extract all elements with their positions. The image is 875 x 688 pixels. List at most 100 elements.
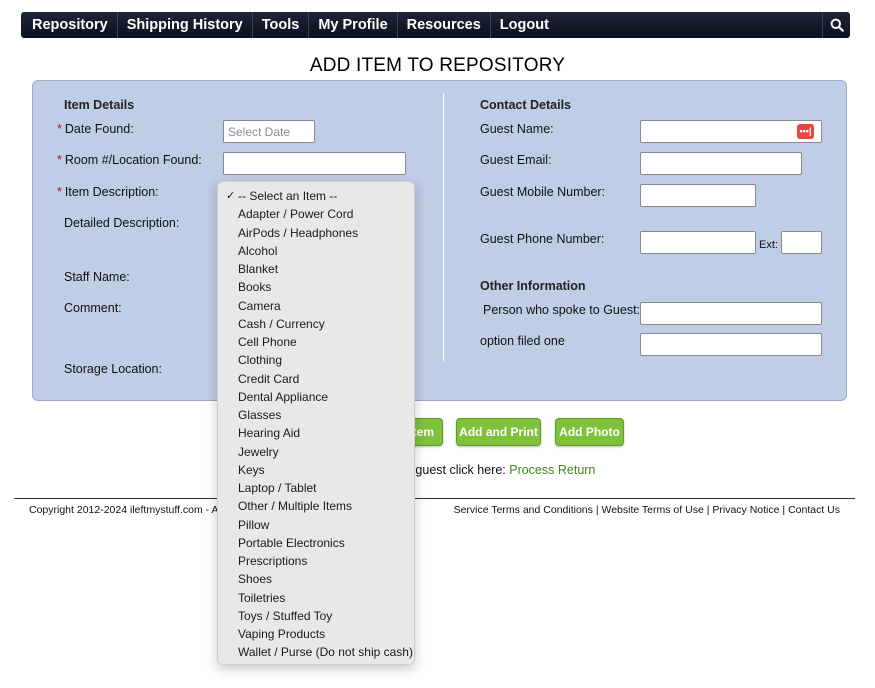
dropdown-option[interactable]: Wallet / Purse (Do not ship cash) xyxy=(218,643,414,661)
required-marker: * xyxy=(57,122,62,136)
person-spoke-label: Person who spoke to Guest: xyxy=(483,303,641,317)
footer-separator: | xyxy=(595,504,599,516)
dropdown-option[interactable]: Prescriptions xyxy=(218,552,414,570)
dropdown-option-label: Wallet / Purse (Do not ship cash) xyxy=(238,645,413,660)
other-information-heading: Other Information xyxy=(480,279,586,293)
dropdown-option[interactable]: AirPods / Headphones xyxy=(218,224,414,242)
footer-link-service-terms[interactable]: Service Terms and Conditions xyxy=(454,504,593,516)
dropdown-option[interactable]: Cash / Currency xyxy=(218,315,414,333)
footer-copyright: Copyright 2012-2024 ileftmystuff.com - A… xyxy=(29,504,230,516)
dropdown-option[interactable]: Books xyxy=(218,278,414,296)
dropdown-option[interactable]: Toys / Stuffed Toy xyxy=(218,607,414,625)
item-description-label-text: Item Description: xyxy=(64,185,159,199)
staff-name-label: Staff Name: xyxy=(64,270,130,284)
dropdown-option-label: Vaping Products xyxy=(238,627,326,641)
search-button[interactable] xyxy=(822,12,850,38)
dropdown-option[interactable]: Laptop / Tablet xyxy=(218,479,414,497)
nav-item-logout[interactable]: Logout xyxy=(491,12,558,38)
date-found-label: * Date Found: xyxy=(57,122,134,136)
process-return-link[interactable]: Process Return xyxy=(509,463,595,477)
footer-divider xyxy=(14,498,855,499)
footer-link-privacy-notice[interactable]: Privacy Notice xyxy=(712,504,779,516)
dropdown-option-label: Camera xyxy=(238,298,281,313)
add-photo-button[interactable]: Add Photo xyxy=(555,418,624,446)
page-title: ADD ITEM TO REPOSITORY xyxy=(309,55,566,76)
dropdown-option[interactable]: Credit Card xyxy=(218,370,414,388)
nav-item-my-profile[interactable]: My Profile xyxy=(309,12,398,38)
dropdown-option[interactable]: Shoes xyxy=(218,570,414,588)
person-spoke-input[interactable] xyxy=(640,302,822,325)
dropdown-option[interactable]: Dental Appliance xyxy=(218,388,414,406)
dropdown-option[interactable]: Vaping Products xyxy=(218,625,414,643)
room-location-label: * Room #/Location Found: xyxy=(57,153,202,167)
guest-phone-ext-input[interactable] xyxy=(781,231,822,254)
dropdown-option[interactable]: Alcohol xyxy=(218,242,414,260)
dropdown-option-label: Adapter / Power Cord xyxy=(238,207,354,222)
footer-separator: | xyxy=(706,504,710,516)
dropdown-option[interactable]: Clothing xyxy=(218,351,414,369)
dropdown-option[interactable]: Keys xyxy=(218,461,414,479)
option-filed-one-label: option filed one xyxy=(480,334,565,348)
footer-link-website-terms[interactable]: Website Terms of Use xyxy=(601,504,703,516)
detailed-description-label: Detailed Description: xyxy=(64,216,180,230)
dropdown-option[interactable]: Camera xyxy=(218,297,414,315)
dropdown-option[interactable]: Blanket xyxy=(218,260,414,278)
footer-separator: | xyxy=(782,504,786,516)
dropdown-option-placeholder[interactable]: ✓ -- Select an Item -- xyxy=(218,187,414,205)
comment-label: Comment: xyxy=(64,301,122,315)
dropdown-option[interactable]: Other / Multiple Items xyxy=(218,497,414,515)
dropdown-option-label: Toiletries xyxy=(238,590,286,605)
dropdown-option-label: Cash / Currency xyxy=(238,316,325,331)
item-description-dropdown[interactable]: ✓ -- Select an Item -- Adapter / Power Cor… xyxy=(217,181,415,665)
process-return-text: e guest click here: xyxy=(405,463,506,477)
guest-mobile-input[interactable] xyxy=(640,184,756,207)
guest-phone-label: Guest Phone Number: xyxy=(480,232,605,246)
top-nav-bar: Repository Shipping History Tools My Pro… xyxy=(21,12,850,38)
dropdown-option[interactable]: Pillow xyxy=(218,516,414,534)
search-icon xyxy=(830,18,844,32)
dropdown-option-label: Other / Multiple Items xyxy=(238,499,353,514)
storage-location-label: Storage Location: xyxy=(64,362,162,376)
dropdown-option-label: Toys / Stuffed Toy xyxy=(238,608,333,623)
item-details-heading: Item Details xyxy=(64,98,135,112)
ext-label: Ext: xyxy=(759,239,778,251)
dropdown-option-label: Shoes xyxy=(238,572,273,587)
password-manager-icon[interactable]: •••| xyxy=(797,124,814,139)
dropdown-option[interactable]: Jewelry xyxy=(218,443,414,461)
nav-item-resources[interactable]: Resources xyxy=(398,12,491,38)
dropdown-option[interactable]: Hearing Aid xyxy=(218,424,414,442)
dropdown-option-label: Credit Card xyxy=(238,371,300,386)
dropdown-option-label: Pillow xyxy=(238,517,270,532)
footer-links: Service Terms and Conditions | Website T… xyxy=(454,504,840,516)
dropdown-option[interactable]: Adapter / Power Cord xyxy=(218,205,414,223)
nav-item-tools[interactable]: Tools xyxy=(253,12,310,38)
checkmark-icon: ✓ xyxy=(226,190,236,202)
column-divider xyxy=(443,93,444,361)
dropdown-option-label: -- Select an Item -- xyxy=(238,189,338,203)
dropdown-option-label: Glasses xyxy=(238,408,282,422)
dropdown-option-label: Clothing xyxy=(238,353,283,368)
date-found-label-text: Date Found: xyxy=(64,122,134,136)
dropdown-option-label: Books xyxy=(238,280,272,295)
date-found-input[interactable] xyxy=(223,120,315,143)
dropdown-option[interactable]: Portable Electronics xyxy=(218,534,414,552)
nav-item-repository[interactable]: Repository xyxy=(21,12,118,38)
dropdown-option[interactable]: Glasses xyxy=(218,406,414,424)
guest-email-input[interactable] xyxy=(640,152,802,175)
dropdown-option[interactable]: Toiletries xyxy=(218,589,414,607)
dropdown-option-label: Portable Electronics xyxy=(238,535,345,550)
nav-item-shipping-history[interactable]: Shipping History xyxy=(118,12,253,38)
guest-name-input[interactable] xyxy=(640,120,822,143)
guest-phone-input[interactable] xyxy=(640,231,756,254)
process-return-line: e guest click here: Process Return xyxy=(405,463,595,477)
dropdown-option-label: Hearing Aid xyxy=(238,426,301,441)
room-location-input[interactable] xyxy=(223,152,406,175)
dropdown-option-label: Prescriptions xyxy=(238,554,308,568)
option-filed-one-input[interactable] xyxy=(640,333,822,356)
footer-link-contact-us[interactable]: Contact Us xyxy=(788,504,840,516)
guest-email-label: Guest Email: xyxy=(480,153,552,167)
add-and-print-button[interactable]: Add and Print xyxy=(456,418,541,446)
dropdown-option[interactable]: Cell Phone xyxy=(218,333,414,351)
dropdown-option-label: Cell Phone xyxy=(238,335,297,349)
dropdown-option-label: Laptop / Tablet xyxy=(238,481,317,495)
